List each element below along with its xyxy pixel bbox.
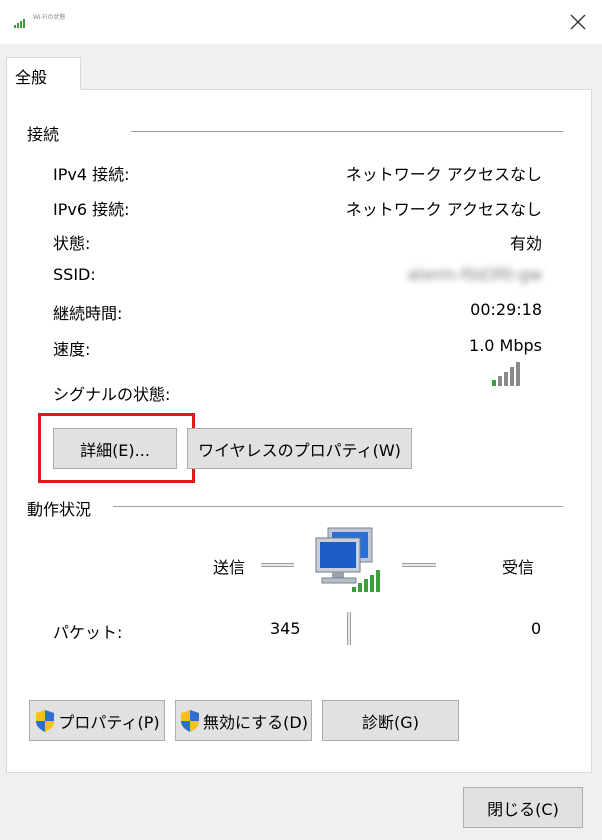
tab-general[interactable]: 全般 — [6, 57, 81, 90]
signal-bar — [376, 570, 380, 592]
ipv6-value: ネットワーク アクセスなし — [345, 200, 542, 219]
wireless-properties-button-label: ワイヤレスのプロパティ(W) — [198, 440, 401, 460]
shield-icon — [181, 709, 200, 732]
shield-icon — [36, 709, 55, 732]
connection-group-divider — [131, 131, 563, 132]
title-bar: Wi-Fiの状態 — [0, 0, 602, 44]
received-label: 受信 — [502, 558, 535, 577]
received-connector — [402, 563, 436, 567]
wifi-status-dialog: Wi-Fiの状態 全般 接続 IPv4 接続: ネットワーク アクセスなし IP… — [0, 0, 602, 840]
properties-button-label: プロパティ(P) — [58, 712, 160, 732]
ssid-label: SSID: — [53, 265, 96, 284]
sent-label: 送信 — [213, 558, 246, 577]
window-title: Wi-Fiの状態 — [33, 14, 66, 21]
close-button-label: 閉じる(C) — [487, 799, 559, 819]
signal-bar — [364, 579, 368, 592]
activity-group-title: 動作状況 — [27, 496, 98, 520]
close-icon — [570, 14, 586, 30]
close-window-button[interactable] — [554, 0, 602, 44]
signal-strength-icon — [492, 362, 520, 386]
disable-button-label: 無効にする(D) — [203, 712, 308, 732]
activity-group-divider — [113, 506, 563, 507]
signal-bar — [504, 372, 508, 386]
diagnose-button-label: 診断(G) — [362, 712, 419, 732]
tab-general-label: 全般 — [15, 68, 48, 87]
signal-bar — [516, 362, 520, 386]
signal-label: シグナルの状態: — [53, 385, 171, 404]
ipv4-label: IPv4 接続: — [53, 165, 130, 184]
connection-group-title: 接続 — [27, 121, 66, 145]
state-label: 状態: — [53, 234, 91, 253]
details-highlight-box — [38, 413, 195, 483]
signal-bar — [358, 583, 362, 592]
ssid-value: aterm-f0d3f0-gw — [407, 265, 542, 284]
duration-label: 継続時間: — [53, 304, 123, 323]
ipv4-value: ネットワーク アクセスなし — [345, 165, 542, 184]
wireless-properties-button[interactable]: ワイヤレスのプロパティ(W) — [187, 428, 412, 469]
signal-bar — [510, 367, 514, 386]
ipv6-label: IPv6 接続: — [53, 200, 130, 219]
packets-received-value: 0 — [531, 619, 542, 638]
sent-connector — [261, 563, 294, 567]
packets-divider — [347, 612, 351, 645]
packets-sent-value: 345 — [270, 619, 301, 638]
signal-bar — [492, 380, 496, 386]
speed-label: 速度: — [53, 340, 91, 359]
signal-bar — [352, 587, 356, 592]
duration-value: 00:29:18 — [470, 300, 542, 319]
close-button[interactable]: 閉じる(C) — [463, 787, 583, 828]
speed-value: 1.0 Mbps — [469, 336, 542, 355]
signal-bar — [370, 575, 374, 592]
wifi-signal-icon — [14, 19, 25, 28]
signal-bar — [498, 376, 502, 386]
disable-button[interactable]: 無効にする(D) — [175, 700, 312, 741]
diagnose-button[interactable]: 診断(G) — [322, 700, 459, 741]
packets-label: パケット: — [53, 623, 123, 642]
properties-button[interactable]: プロパティ(P) — [29, 700, 165, 741]
activity-signal-icon — [352, 568, 380, 592]
state-value: 有効 — [509, 234, 542, 253]
